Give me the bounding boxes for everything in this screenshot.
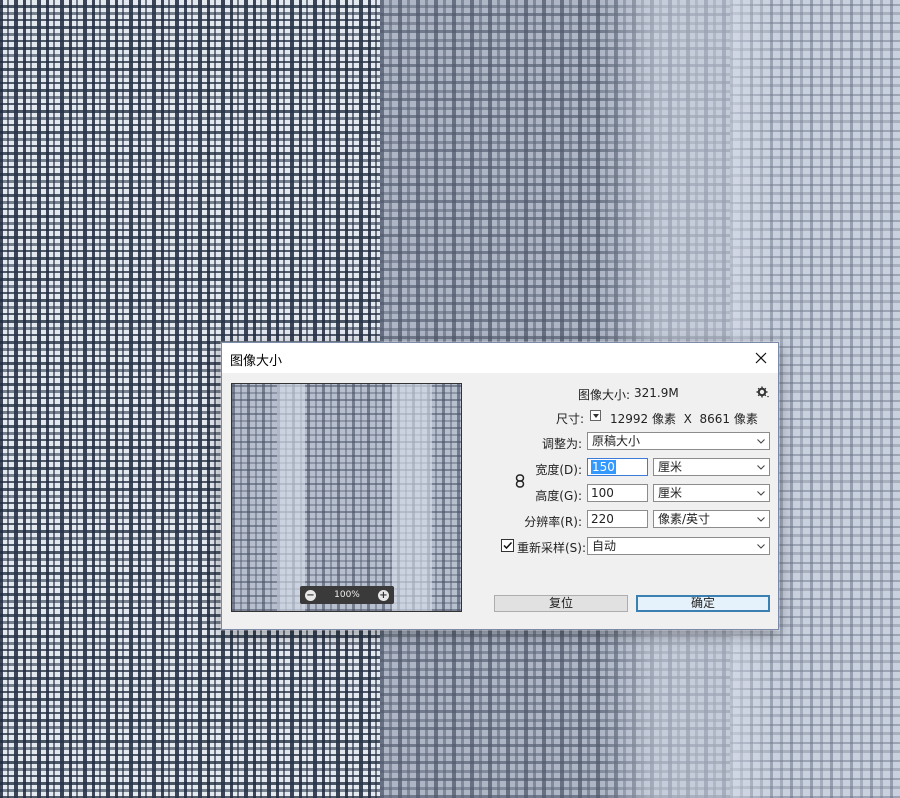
reset-button[interactable]: 复位: [494, 595, 628, 612]
checkmark-icon: [503, 541, 513, 550]
resolution-field[interactable]: 220: [587, 510, 648, 528]
image-size-label: 图像大小:: [577, 388, 630, 402]
height-unit-value: 厘米: [658, 486, 683, 500]
chevron-down-icon: [757, 439, 765, 444]
zoom-out-icon[interactable]: −: [305, 589, 316, 601]
fit-to-value: 原稿大小: [592, 434, 641, 448]
height-value: 100: [591, 486, 614, 500]
image-preview[interactable]: − 100% +: [231, 383, 462, 612]
width-value: 150: [591, 460, 616, 474]
chevron-down-icon: [757, 544, 765, 549]
width-unit-value: 厘米: [658, 460, 683, 474]
resolution-value: 220: [591, 512, 614, 526]
resolution-unit-value: 像素/英寸: [658, 512, 711, 526]
width-unit-select[interactable]: 厘米: [653, 458, 770, 476]
close-button[interactable]: [744, 343, 778, 373]
ok-button[interactable]: 确定: [636, 595, 770, 612]
chevron-down-icon: [757, 491, 765, 496]
height-label: 高度(G):: [535, 489, 582, 503]
dialog-title: 图像大小: [230, 354, 283, 369]
height-field[interactable]: 100: [587, 484, 648, 502]
resample-label: 重新采样(S):: [517, 541, 587, 555]
image-size-value: 321.9M: [634, 386, 679, 400]
resample-value: 自动: [592, 539, 617, 553]
dimensions-value: 12992 像素 X 8661 像素: [610, 412, 758, 426]
resample-select[interactable]: 自动: [587, 537, 770, 555]
dimensions-label: 尺寸:: [555, 412, 584, 426]
gear-icon[interactable]: [756, 385, 770, 399]
close-icon: [755, 352, 767, 364]
chevron-down-icon: [757, 465, 765, 470]
resolution-label: 分辨率(R):: [524, 515, 582, 529]
resample-checkbox[interactable]: [501, 539, 514, 552]
fit-to-label: 调整为:: [541, 437, 582, 451]
preview-light-stripe: [392, 384, 432, 611]
fit-to-select[interactable]: 原稿大小: [587, 432, 770, 450]
width-label: 宽度(D):: [535, 463, 582, 477]
image-size-dialog: 图像大小 − 100% + 图像大小: 321.9M 尺寸: 12992 像素 …: [221, 342, 779, 630]
zoom-in-icon[interactable]: +: [377, 589, 389, 601]
preview-light-stripe: [277, 384, 305, 611]
resolution-unit-select[interactable]: 像素/英寸: [653, 510, 770, 528]
zoom-bar: − 100% +: [300, 586, 394, 604]
width-field[interactable]: 150: [587, 458, 648, 476]
zoom-level: 100%: [334, 590, 360, 600]
dialog-titlebar[interactable]: 图像大小: [222, 343, 778, 373]
dimensions-unit-menu[interactable]: [590, 410, 601, 421]
chevron-down-icon: [757, 517, 765, 522]
height-unit-select[interactable]: 厘米: [653, 484, 770, 502]
